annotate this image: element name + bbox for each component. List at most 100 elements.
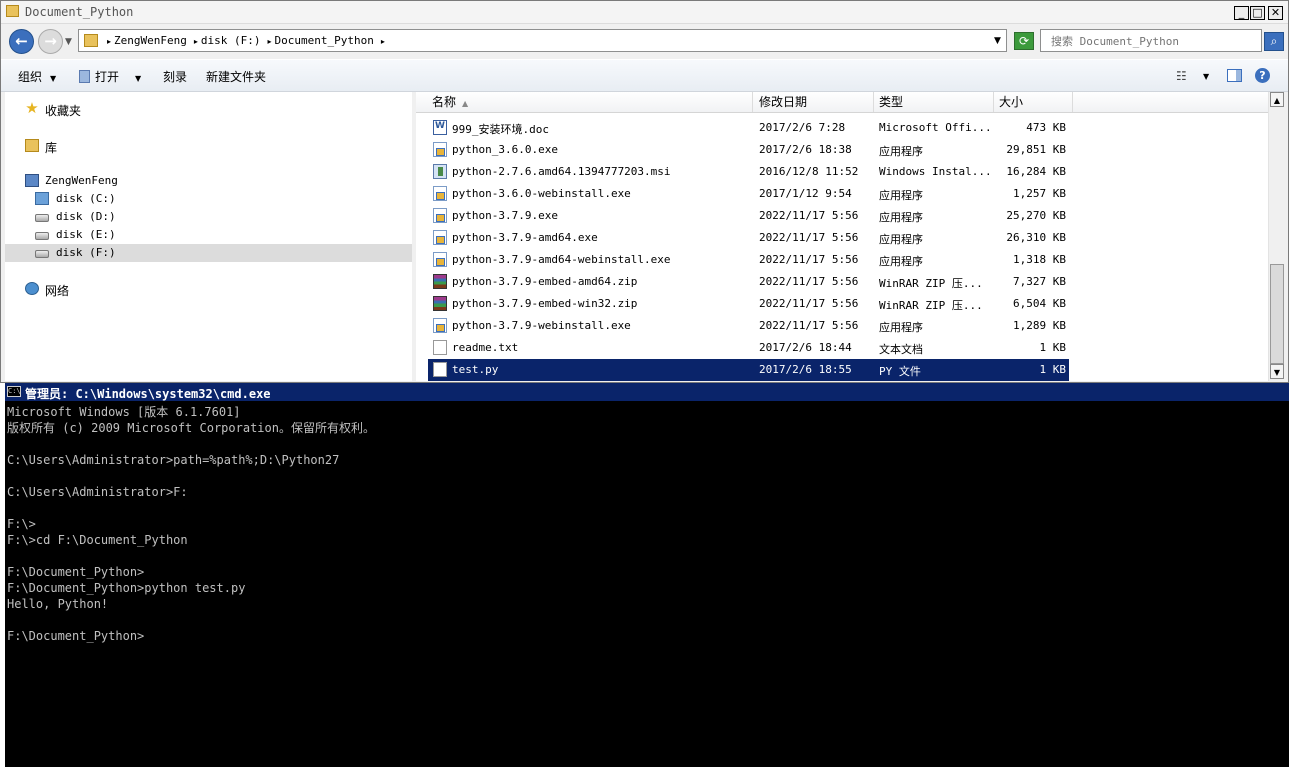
cmd-window[interactable]: C:\ 管理员: C:\Windows\system32\cmd.exe Mic… [5, 383, 1289, 767]
library-icon [25, 139, 39, 152]
file-row[interactable]: test.py 2017/2/6 18:55 PY 文件 1 KB [428, 359, 1069, 381]
console-line: F:\Document_Python> [7, 629, 145, 643]
file-size: 473 KB [1026, 121, 1066, 134]
console-line: 版权所有 (c) 2009 Microsoft Corporation。保留所有… [7, 421, 375, 435]
nav-item-drive-f[interactable]: disk (F:) [5, 244, 412, 262]
breadcrumb-separator[interactable]: ▸ [107, 37, 111, 46]
file-row[interactable]: python-3.7.9-embed-win32.zip 2022/11/17 5… [428, 293, 1069, 315]
breadcrumb-folder[interactable]: Document_Python [275, 34, 374, 47]
file-name: readme.txt [452, 341, 519, 354]
column-header-type[interactable]: 类型 [875, 92, 994, 112]
column-header-size[interactable]: 大小 [995, 92, 1073, 112]
new-folder-button[interactable]: 新建文件夹 [206, 68, 266, 85]
open-button[interactable]: 打开 ▼ [79, 68, 141, 85]
address-history-dropdown[interactable]: ▼ [994, 36, 1001, 46]
search-input[interactable] [1041, 31, 1251, 51]
file-row[interactable]: python_3.6.0.exe 2017/2/6 18:38 应用程序 29,851… [428, 139, 1069, 161]
network-icon [25, 282, 39, 295]
explorer-titlebar: Document_Python _ □ ✕ [1, 1, 1288, 24]
file-row[interactable]: python-3.7.9-amd64-webinstall.exe 2022/11… [428, 249, 1069, 271]
file-list-scrollbar[interactable]: ▲ ▼ [1268, 92, 1285, 381]
scroll-thumb[interactable] [1270, 264, 1284, 364]
console-line: Hello, Python! [7, 597, 109, 611]
help-icon[interactable]: ? [1255, 68, 1270, 83]
back-button[interactable]: ← [9, 29, 34, 54]
file-date: 2017/1/12 9:54 [759, 187, 852, 200]
forward-button[interactable]: → [38, 29, 63, 54]
file-row[interactable]: python-3.6.0-webinstall.exe 2017/1/12 9:5… [428, 183, 1069, 205]
preview-pane-icon[interactable] [1227, 69, 1242, 82]
scroll-down-arrow-icon[interactable]: ▼ [1270, 364, 1284, 379]
refresh-button[interactable]: ⟳ [1014, 32, 1034, 50]
nav-item-network[interactable]: 网络 [5, 280, 412, 298]
file-type: PY 文件 [879, 365, 921, 378]
nav-item-favorites[interactable]: ★ 收藏夹 [5, 99, 412, 119]
file-date: 2022/11/17 5:56 [759, 231, 859, 244]
breadcrumb-drive[interactable]: disk (F:) [201, 34, 261, 47]
file-row[interactable]: 999_安装环境.doc 2017/2/6 7:28 Microsoft Offi.… [428, 117, 1069, 139]
exe-installer-icon [433, 318, 447, 333]
scroll-up-arrow-icon[interactable]: ▲ [1270, 92, 1284, 107]
organize-button[interactable]: 组织 ▼ [18, 68, 56, 85]
minimize-button[interactable]: _ [1234, 6, 1249, 20]
chevron-down-icon[interactable]: ▼ [135, 74, 141, 83]
file-date: 2022/11/17 5:56 [759, 297, 859, 310]
column-header-name[interactable]: 名称 ▲ [428, 92, 753, 112]
file-type: Microsoft Offi... [879, 121, 989, 134]
file-row[interactable]: python-3.7.9-amd64.exe 2022/11/17 5:56 应用程… [428, 227, 1069, 249]
text-file-icon [433, 340, 447, 355]
breadcrumb-separator[interactable]: ▸ [194, 37, 198, 46]
file-size: 16,284 KB [1006, 165, 1066, 178]
recent-pages-dropdown[interactable]: ▼ [65, 37, 72, 47]
chevron-down-icon[interactable]: ▼ [1203, 72, 1209, 81]
nav-item-drive-e[interactable]: disk (E:) [5, 226, 412, 244]
close-button[interactable]: ✕ [1268, 6, 1283, 20]
file-row[interactable]: python-2.7.6.amd64.1394777203.msi 2016/12… [428, 161, 1069, 183]
cmd-icon: C:\ [7, 386, 21, 397]
file-row[interactable]: readme.txt 2017/2/6 18:44 文本文档 1 KB [428, 337, 1069, 359]
breadcrumb-computer[interactable]: ZengWenFeng [114, 34, 187, 47]
navigation-pane: ★ 收藏夹 库 ZengWenFeng disk (C:) disk (D:) … [5, 92, 412, 381]
word-doc-icon [433, 120, 447, 135]
msi-package-icon [433, 164, 447, 179]
search-box[interactable] [1040, 29, 1262, 52]
column-header-date[interactable]: 修改日期 [755, 92, 874, 112]
file-type: WinRAR ZIP 压... [879, 299, 983, 312]
file-name: 999_安装环境.doc [452, 123, 549, 136]
search-icon[interactable]: ⌕ [1264, 32, 1284, 51]
file-row[interactable]: python-3.7.9.exe 2022/11/17 5:56 应用程序 25,27… [428, 205, 1069, 227]
exe-installer-icon [433, 208, 447, 223]
explorer-window: Document_Python _ □ ✕ ← → ▼ ▸ ZengWenFeng… [0, 0, 1289, 383]
system-drive-icon [35, 192, 49, 205]
cmd-console-output[interactable]: Microsoft Windows [版本 6.1.7601] 版权所有 (c) … [7, 404, 1287, 764]
file-name: python-3.7.9-amd64.exe [452, 231, 598, 244]
file-name: python-2.7.6.amd64.1394777203.msi [452, 165, 671, 178]
file-size: 7,327 KB [1013, 275, 1066, 288]
cmd-titlebar: C:\ 管理员: C:\Windows\system32\cmd.exe [5, 383, 1289, 401]
sort-ascending-icon: ▲ [462, 99, 469, 108]
breadcrumb-separator[interactable]: ▸ [381, 37, 385, 46]
file-size: 1 KB [1039, 341, 1067, 354]
file-date: 2017/2/6 18:38 [759, 143, 852, 156]
winrar-zip-icon [433, 296, 447, 311]
nav-item-libraries[interactable]: 库 [5, 137, 412, 155]
file-row[interactable]: python-3.7.9-embed-amd64.zip 2022/11/17 5… [428, 271, 1069, 293]
nav-item-drive-c[interactable]: disk (C:) [5, 190, 412, 208]
file-row[interactable]: python-3.7.9-webinstall.exe 2022/11/17 5:… [428, 315, 1069, 337]
file-type: 应用程序 [879, 211, 923, 224]
address-box[interactable]: ▸ ZengWenFeng ▸ disk (F:) ▸ Document_Python ▸ [78, 29, 1007, 52]
file-date: 2017/2/6 18:55 [759, 363, 852, 376]
maximize-button[interactable]: □ [1250, 6, 1265, 20]
view-options-icon[interactable]: ☷ [1176, 69, 1187, 83]
folder-icon [84, 34, 98, 47]
nav-item-computer[interactable]: ZengWenFeng [5, 172, 412, 190]
burn-button[interactable]: 刻录 [163, 68, 187, 85]
star-icon: ★ [25, 99, 39, 117]
file-size: 29,851 KB [1006, 143, 1066, 156]
nav-item-drive-d[interactable]: disk (D:) [5, 208, 412, 226]
file-type: 应用程序 [879, 145, 923, 158]
open-label: 打开 [95, 70, 120, 84]
breadcrumb: ▸ ZengWenFeng ▸ disk (F:) ▸ Document_Python ▸ [103, 34, 388, 47]
breadcrumb-separator[interactable]: ▸ [268, 37, 272, 46]
console-line: C:\Users\Administrator>F: [7, 485, 188, 499]
